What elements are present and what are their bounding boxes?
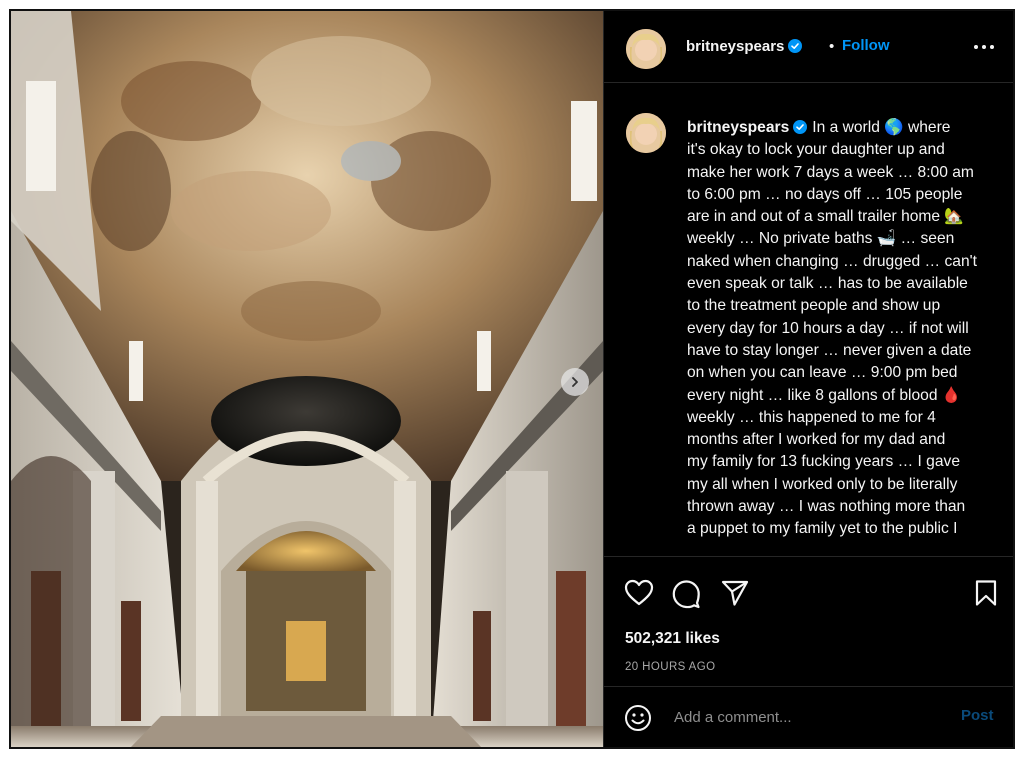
- avatar[interactable]: [626, 29, 666, 69]
- chevron-right-icon: [572, 377, 578, 387]
- church-interior-image: [11, 11, 603, 747]
- caption-line: every night … like 8 gallons of blood 🩸: [687, 386, 962, 404]
- post-actions: 502,321 likes 20 HOURS AGO: [604, 557, 1013, 697]
- caption-line: weekly … this happened to me for 4: [687, 408, 936, 426]
- comment-bubble-icon[interactable]: [671, 579, 701, 609]
- smiley-icon[interactable]: [624, 704, 652, 732]
- caption-line: my family for 13 fucking years … I gave: [687, 453, 960, 471]
- caption-line: thrown away … I was nothing more than: [687, 498, 966, 516]
- username-link[interactable]: britneyspears: [686, 38, 803, 55]
- caption-line: make her work 7 days a week … 8:00 am: [687, 163, 974, 181]
- caption-line: have to stay longer … never given a date: [687, 341, 972, 359]
- caption-text: In a world 🌎 where: [812, 119, 951, 136]
- verified-badge-icon: [793, 120, 808, 134]
- caption-line: months after I worked for my dad and: [687, 431, 946, 449]
- next-photo-button[interactable]: [561, 368, 589, 396]
- caption-line: a puppet to my family yet to the public …: [687, 520, 958, 538]
- instagram-post-window: britneyspears • Follow britneyspears In a…: [9, 9, 1015, 749]
- caption-line: it's okay to lock your daughter up and: [687, 141, 945, 159]
- post-timestamp[interactable]: 20 HOURS AGO: [625, 661, 715, 673]
- post-photo-church-ceiling[interactable]: [11, 11, 603, 747]
- comment-input[interactable]: [672, 703, 946, 731]
- caption-line: every day for 10 hours a day … if not wi…: [687, 319, 969, 337]
- profile-picture-icon: [626, 113, 666, 153]
- avatar[interactable]: [626, 113, 666, 153]
- heart-icon[interactable]: [624, 579, 654, 607]
- more-options-icon[interactable]: [974, 45, 996, 51]
- caption-line: weekly … No private baths 🛁 … seen: [687, 230, 955, 248]
- post-header: britneyspears • Follow: [604, 11, 1013, 83]
- bookmark-icon[interactable]: [974, 579, 998, 607]
- caption-line: are in and out of a small trailer home 🏡: [687, 208, 964, 226]
- caption-line: on when you can leave … 9:00 pm bed: [687, 364, 958, 382]
- verified-badge-icon: [788, 39, 803, 53]
- caption-line: even speak or talk … has to be available: [687, 275, 968, 293]
- likes-count[interactable]: 502,321 likes: [625, 630, 720, 648]
- post-caption: britneyspears In a world 🌎 where it's oka…: [687, 117, 997, 541]
- caption-line: britneyspears In a world 🌎 where: [687, 117, 997, 139]
- post-side-panel: britneyspears • Follow britneyspears In a…: [603, 11, 1013, 747]
- username-text: britneyspears: [686, 38, 785, 55]
- post-comment-button[interactable]: Post: [961, 707, 994, 724]
- caption-line: my all when I worked only to be literall…: [687, 475, 958, 493]
- paper-plane-icon[interactable]: [720, 579, 750, 607]
- profile-picture-icon: [626, 29, 666, 69]
- caption-line: to 6:00 pm … no days off … 105 people: [687, 185, 963, 203]
- caption-line: to the treatment people and show up: [687, 297, 941, 315]
- caption-username[interactable]: britneyspears: [687, 119, 789, 136]
- caption-section: britneyspears In a world 🌎 where it's oka…: [604, 83, 1013, 557]
- follow-button[interactable]: Follow: [842, 37, 890, 54]
- caption-line: naked when changing … drugged … can't: [687, 252, 977, 270]
- comment-bar: Post: [604, 686, 1013, 747]
- separator-dot: •: [829, 38, 835, 55]
